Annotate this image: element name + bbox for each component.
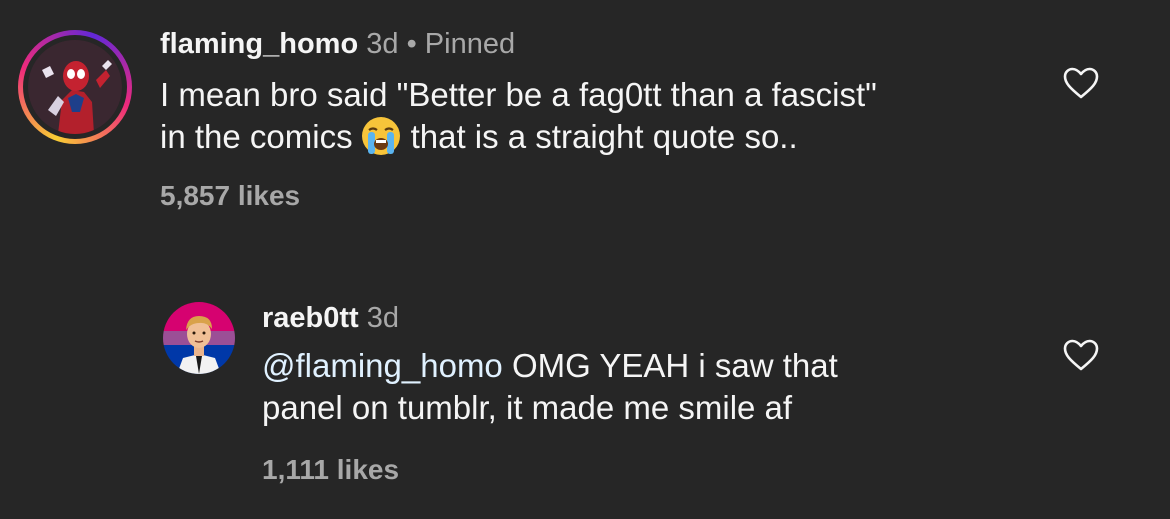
mention-link[interactable]: @flaming_homo	[262, 347, 503, 384]
separator-dot: •	[406, 28, 417, 60]
reply-comment: raeb0tt 3d @flaming_homo OMG YEAH i saw …	[0, 280, 1170, 519]
spider-man-avatar-icon	[28, 40, 122, 134]
comment-meta: flaming_homo 3d • Pinned	[160, 28, 515, 61]
timestamp[interactable]: 3d	[367, 302, 399, 334]
comment-text-line: in the comics	[160, 118, 353, 155]
likes-count[interactable]: 5,857 likes	[160, 180, 300, 212]
username[interactable]: raeb0tt	[262, 302, 359, 334]
heart-icon[interactable]	[1062, 66, 1100, 100]
username[interactable]: flaming_homo	[160, 28, 358, 60]
comment-text-line: panel on tumblr, it made me smile af	[262, 389, 793, 426]
comment-meta: raeb0tt 3d	[262, 302, 399, 335]
bi-flag-cartoon-avatar-icon	[163, 302, 235, 374]
avatar[interactable]	[163, 302, 235, 374]
comment: flaming_homo 3d • Pinned I mean bro said…	[0, 0, 1170, 260]
avatar-story-ring[interactable]	[18, 30, 132, 144]
comment-text: I mean bro said "Better be a fag0tt than…	[160, 74, 1030, 158]
pinned-label: Pinned	[424, 28, 516, 60]
loudly-crying-face-icon	[361, 117, 400, 156]
comment-text-line: I mean bro said "Better be a fag0tt than…	[160, 76, 877, 113]
comment-text-line: OMG YEAH i saw that	[502, 347, 838, 384]
comment-text-line: that is a straight quote so..	[410, 118, 798, 155]
likes-count[interactable]: 1,111 likes	[262, 454, 399, 486]
heart-icon[interactable]	[1062, 338, 1100, 372]
comment-text: @flaming_homo OMG YEAH i saw that panel …	[262, 345, 1022, 429]
timestamp[interactable]: 3d	[366, 28, 398, 60]
avatar	[28, 40, 122, 134]
